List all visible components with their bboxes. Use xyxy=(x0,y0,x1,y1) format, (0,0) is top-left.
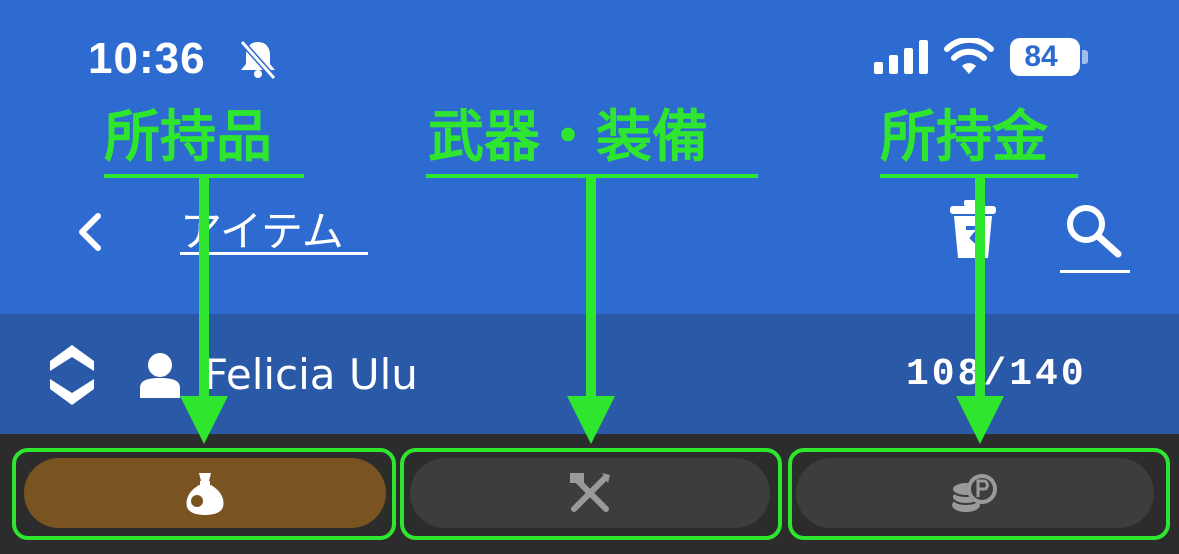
annotation-arrow-money xyxy=(956,176,1004,444)
annotation-arrows xyxy=(180,176,1004,444)
annotation-arrow-items xyxy=(180,176,228,444)
annotation-arrow-equipment xyxy=(567,176,615,444)
